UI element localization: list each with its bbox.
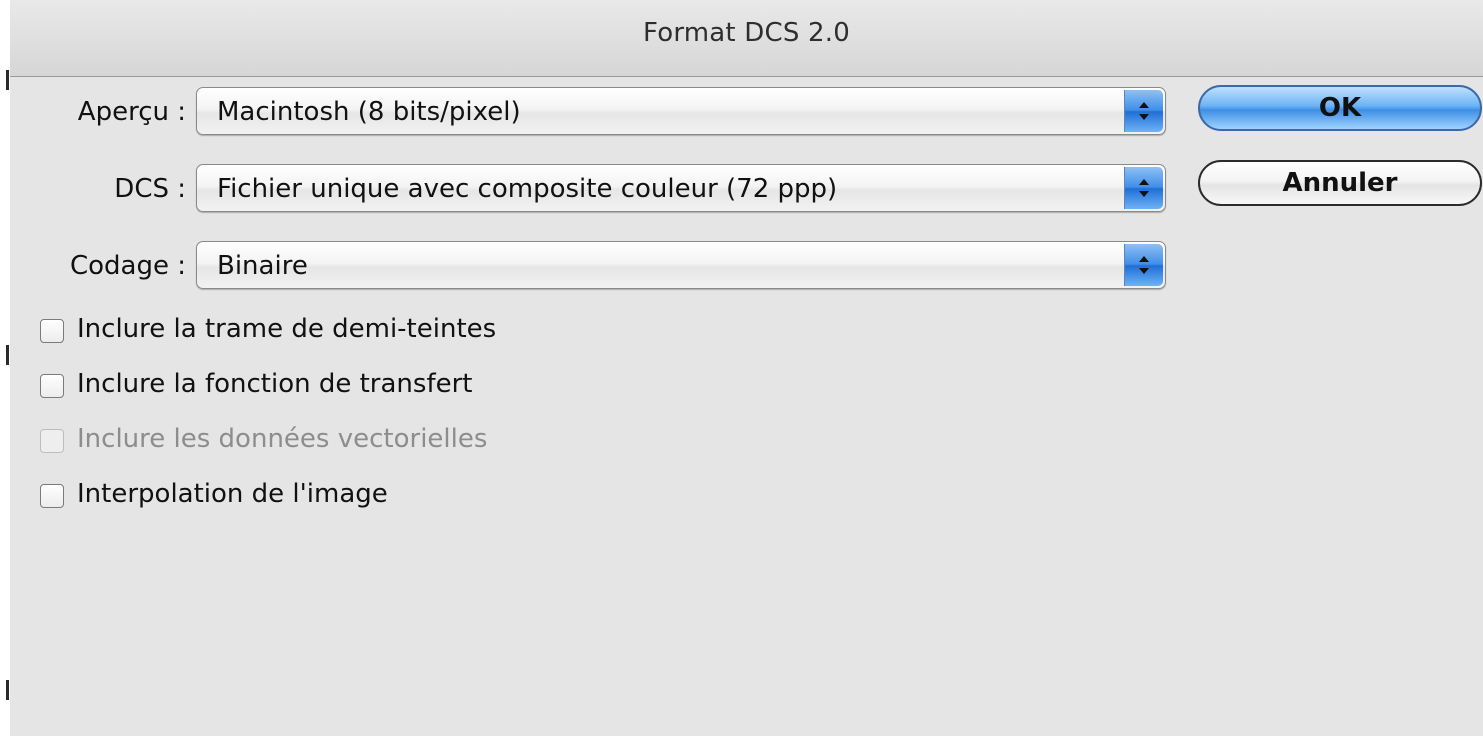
window-title: Format DCS 2.0	[643, 18, 850, 48]
up-down-chevrons-icon	[1124, 90, 1163, 132]
codage-select-value: Binaire	[217, 251, 308, 281]
codage-label: Codage :	[69, 251, 186, 281]
edge-mark	[6, 345, 9, 365]
codage-select[interactable]: Binaire	[196, 241, 1166, 289]
image-interpolation-checkbox[interactable]	[40, 484, 64, 508]
vector-data-label: Inclure les données vectorielles	[77, 424, 488, 454]
edge-mark	[6, 70, 9, 90]
apercu-select-value: Macintosh (8 bits/pixel)	[217, 97, 521, 127]
window-left-edge	[0, 0, 10, 736]
title-bar: Format DCS 2.0	[10, 0, 1483, 77]
dcs-select-value: Fichier unique avec composite couleur (7…	[217, 174, 838, 204]
apercu-label: Aperçu :	[77, 97, 186, 127]
edge-mark	[6, 680, 9, 700]
dcs-label: DCS :	[114, 174, 186, 204]
image-interpolation-label: Interpolation de l'image	[77, 479, 388, 509]
halftone-screen-checkbox[interactable]	[40, 319, 64, 343]
transfer-function-checkbox[interactable]	[40, 374, 64, 398]
apercu-select[interactable]: Macintosh (8 bits/pixel)	[196, 87, 1166, 135]
up-down-chevrons-icon	[1124, 244, 1163, 286]
transfer-function-label: Inclure la fonction de transfert	[77, 369, 473, 399]
vector-data-checkbox	[40, 429, 64, 453]
cancel-button[interactable]: Annuler	[1198, 160, 1482, 206]
halftone-screen-label: Inclure la trame de demi-teintes	[77, 314, 497, 344]
dcs-select[interactable]: Fichier unique avec composite couleur (7…	[196, 164, 1166, 212]
ok-button[interactable]: OK	[1198, 85, 1482, 131]
dcs-format-dialog: Format DCS 2.0 Aperçu : Macintosh (8 bit…	[10, 0, 1483, 736]
up-down-chevrons-icon	[1124, 167, 1163, 209]
